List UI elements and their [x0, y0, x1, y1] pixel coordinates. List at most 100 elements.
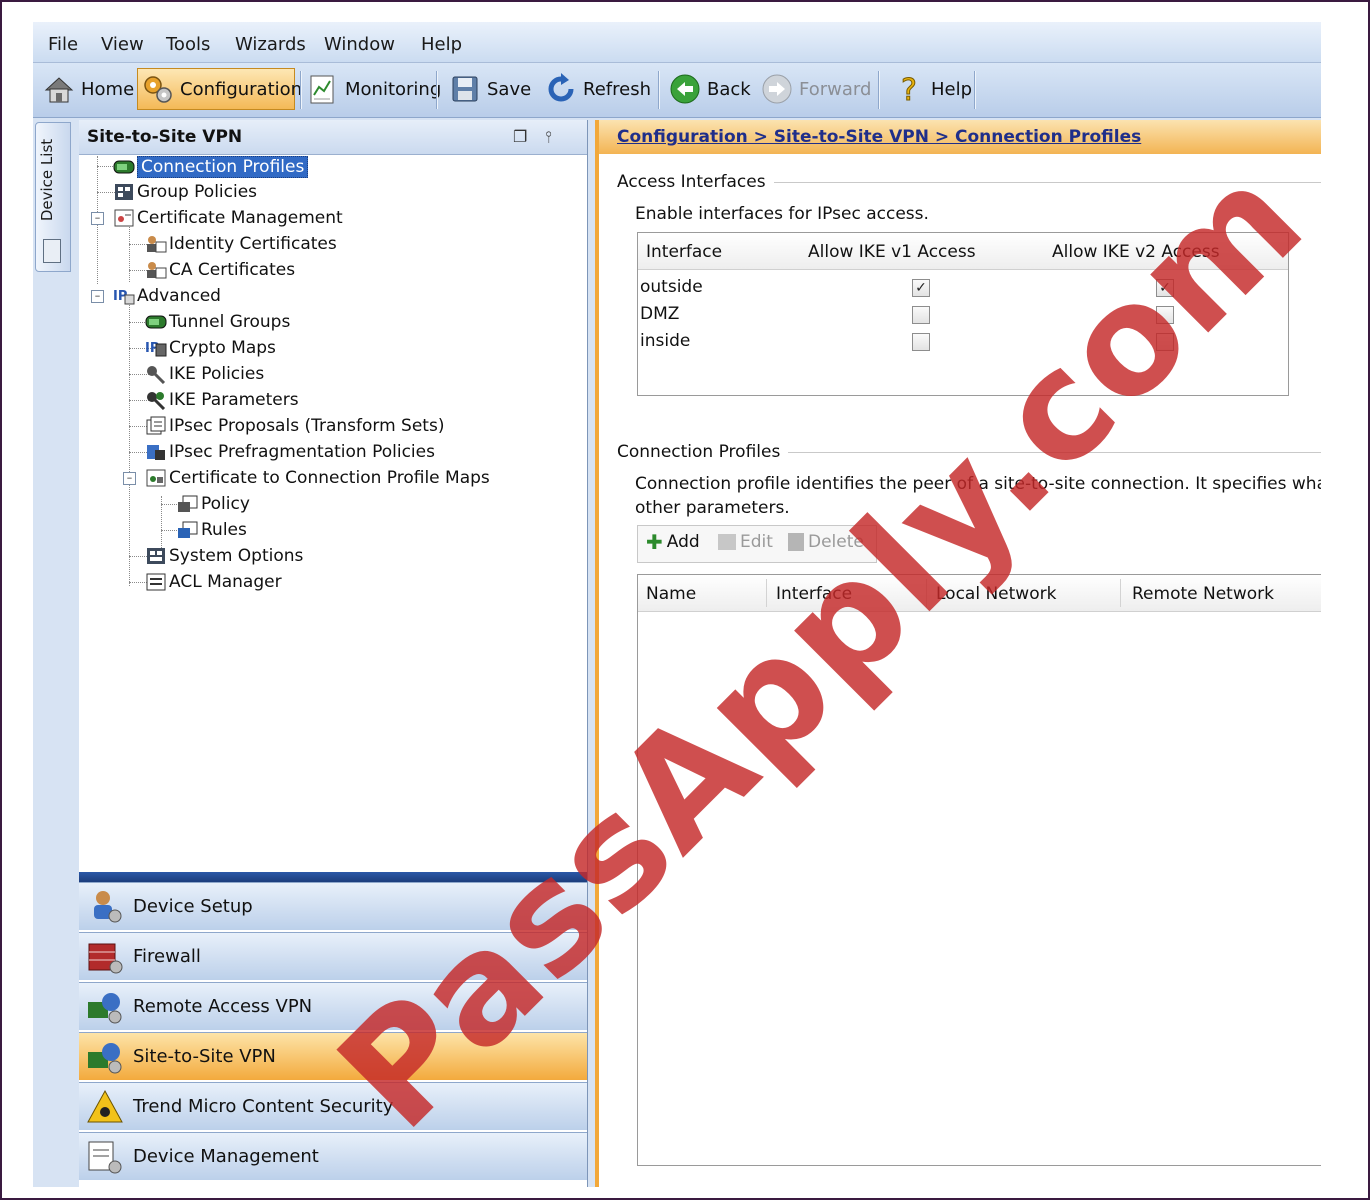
- tree-item-ipsec-proposals[interactable]: IPsec Proposals (Transform Sets): [145, 416, 444, 436]
- home-button[interactable]: Home: [39, 68, 134, 110]
- breadcrumb[interactable]: Configuration > Site-to-Site VPN > Conne…: [617, 127, 1141, 147]
- device-list-label: Device List: [38, 138, 57, 222]
- ike-v2-checkbox-inside[interactable]: [1156, 333, 1174, 351]
- toolbar-divider: [300, 71, 302, 109]
- column-header-ike-v1: Allow IKE v1 Access: [808, 242, 976, 262]
- tree-item-advanced[interactable]: IP Advanced: [113, 286, 221, 306]
- svg-text:?: ?: [901, 73, 917, 105]
- tree-item-ike-parameters[interactable]: IKE Parameters: [145, 390, 299, 411]
- menu-wizards[interactable]: Wizards: [235, 34, 306, 55]
- collapse-toggle[interactable]: –: [91, 212, 104, 225]
- tree-item-acl-manager[interactable]: ACL Manager: [145, 572, 282, 592]
- ike-v1-checkbox-dmz[interactable]: [912, 306, 930, 324]
- tree-item-label: Policy: [201, 494, 250, 514]
- remote-access-vpn-icon: [85, 988, 125, 1026]
- pin-icon[interactable]: ⫯: [545, 127, 552, 147]
- tree-item-identity-certificates[interactable]: Identity Certificates: [145, 234, 337, 254]
- toolbar-divider: [974, 71, 976, 109]
- ike-v1-checkbox-outside[interactable]: ✓: [912, 279, 930, 297]
- menu-window[interactable]: Window: [324, 34, 395, 55]
- ike-v1-checkbox-inside[interactable]: [912, 333, 930, 351]
- tree-item-ike-policies[interactable]: IKE Policies: [145, 364, 265, 385]
- tree-item-label: Rules: [201, 520, 247, 540]
- column-header-local-network[interactable]: Local Network: [936, 584, 1056, 604]
- nav-firewall[interactable]: Firewall: [79, 932, 587, 980]
- acl-manager-icon: [145, 572, 166, 592]
- restore-icon[interactable]: ❐: [513, 127, 527, 146]
- add-button[interactable]: ✚ Add: [646, 532, 700, 552]
- section-divider: [769, 182, 1321, 183]
- collapse-toggle[interactable]: –: [123, 472, 136, 485]
- delete-button[interactable]: Delete: [788, 532, 864, 552]
- column-separator: [766, 579, 767, 607]
- nav-device-management[interactable]: Device Management: [79, 1132, 587, 1180]
- refresh-icon: [545, 73, 577, 105]
- forward-button[interactable]: Forward: [757, 68, 873, 110]
- menu-bar: File View Tools Wizards Window Help: [33, 22, 1321, 63]
- pane-splitter[interactable]: [79, 872, 587, 882]
- nav-site-to-site-vpn[interactable]: Site-to-Site VPN: [79, 1032, 587, 1080]
- table-row[interactable]: inside: [638, 328, 1288, 355]
- ike-v2-checkbox-outside[interactable]: ✓: [1156, 279, 1174, 297]
- tree-item-rules[interactable]: Rules: [177, 520, 247, 540]
- certificate-icon: [113, 208, 134, 228]
- column-header-remote-network[interactable]: Remote Network: [1132, 584, 1274, 604]
- nav-label: Remote Access VPN: [133, 996, 313, 1017]
- nav-label: Trend Micro Content Security: [133, 1096, 394, 1117]
- configuration-label: Configuration: [180, 78, 303, 100]
- device-management-icon: [85, 1138, 125, 1176]
- tree-item-label: IPsec Proposals (Transform Sets): [169, 416, 445, 436]
- tree-item-ca-certificates[interactable]: CA Certificates: [145, 260, 295, 280]
- menu-view[interactable]: View: [101, 34, 144, 55]
- crypto-map-icon: IP: [145, 338, 167, 358]
- tree-item-system-options[interactable]: System Options: [145, 546, 303, 566]
- system-options-icon: [145, 546, 165, 566]
- device-list-tab[interactable]: Device List: [35, 122, 71, 272]
- configuration-button[interactable]: Configuration: [137, 68, 302, 110]
- column-separator: [926, 579, 927, 607]
- tree-item-group-policies[interactable]: Group Policies: [113, 182, 257, 202]
- ca-certificate-icon: [145, 260, 167, 280]
- tree-item-label: IKE Policies: [169, 364, 265, 384]
- nav-remote-access-vpn[interactable]: Remote Access VPN: [79, 982, 587, 1030]
- collapse-toggle[interactable]: –: [91, 290, 104, 303]
- table-row[interactable]: outside ✓ ✓: [638, 274, 1288, 301]
- table-row[interactable]: DMZ: [638, 301, 1288, 328]
- tree-item-certificate-management[interactable]: Certificate Management: [113, 208, 343, 228]
- tree-item-connection-profiles[interactable]: Connection Profiles: [113, 156, 309, 178]
- monitoring-icon: [307, 73, 339, 105]
- column-header-name[interactable]: Name: [646, 584, 696, 604]
- menu-file[interactable]: File: [48, 34, 78, 55]
- menu-tools[interactable]: Tools: [166, 34, 210, 55]
- ike-v2-checkbox-dmz[interactable]: [1156, 306, 1174, 324]
- save-button[interactable]: Save: [445, 68, 537, 110]
- edit-button[interactable]: Edit: [718, 532, 773, 552]
- nav-label: Firewall: [133, 946, 201, 967]
- tree-item-label: Connection Profiles: [137, 156, 309, 178]
- nav-device-setup[interactable]: Device Setup: [79, 882, 587, 930]
- column-header-ike-v2: Allow IKE v2 Access: [1052, 242, 1220, 262]
- tree-item-policy[interactable]: Policy: [177, 494, 250, 514]
- column-header-interface[interactable]: Interface: [776, 584, 852, 604]
- nav-trend-micro[interactable]: Trend Micro Content Security: [79, 1082, 587, 1130]
- tree-item-crypto-maps[interactable]: IP Crypto Maps: [145, 338, 276, 358]
- site-to-site-vpn-icon: [85, 1038, 125, 1076]
- refresh-button[interactable]: Refresh: [541, 68, 653, 110]
- tree-connector: [129, 224, 130, 282]
- tree-item-cert-to-profile-maps[interactable]: Certificate to Connection Profile Maps: [145, 468, 490, 488]
- content-pane: Configuration > Site-to-Site VPN > Conne…: [595, 120, 1321, 1187]
- gears-icon: [142, 73, 174, 105]
- tree-item-ipsec-prefragmentation[interactable]: IPsec Prefragmentation Policies: [145, 442, 435, 462]
- policy-icon: [177, 494, 198, 514]
- nav-label: Device Management: [133, 1146, 319, 1167]
- monitoring-button[interactable]: Monitoring: [303, 68, 441, 110]
- monitoring-label: Monitoring: [345, 78, 442, 100]
- help-button[interactable]: ? Help: [889, 68, 973, 110]
- column-separator: [1120, 579, 1121, 607]
- nav-label: Site-to-Site VPN: [133, 1046, 276, 1067]
- group-policies-icon: [113, 182, 133, 202]
- tree-item-tunnel-groups[interactable]: Tunnel Groups: [145, 312, 290, 332]
- rules-icon: [177, 520, 198, 540]
- menu-help[interactable]: Help: [421, 34, 462, 55]
- back-button[interactable]: Back: [665, 68, 753, 110]
